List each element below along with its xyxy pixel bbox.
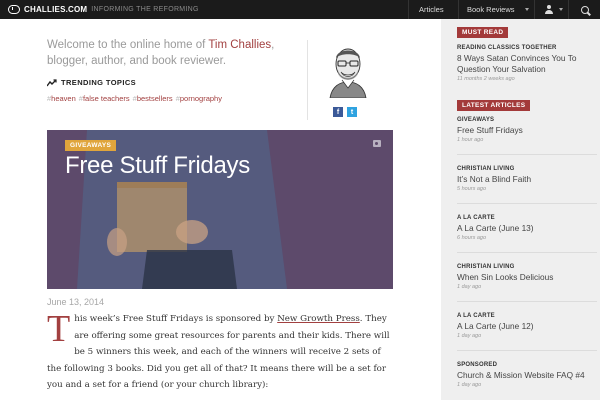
nav-user[interactable]	[534, 0, 568, 19]
latest-article-item[interactable]: CHRISTIAN LIVING It’s Not a Blind Faith …	[457, 166, 597, 192]
item-title[interactable]: A La Carte (June 12)	[457, 321, 597, 332]
item-title[interactable]: When Sin Looks Delicious	[457, 272, 597, 283]
hero-title[interactable]: Free Stuff Fridays	[65, 152, 250, 180]
must-read-heading: MUST READ	[457, 27, 509, 38]
divider	[457, 203, 597, 204]
author-link[interactable]: Tim Challies	[208, 39, 271, 51]
author-portrait	[322, 40, 374, 98]
sponsor-link[interactable]: New Growth Press	[277, 314, 360, 324]
divider	[457, 252, 597, 253]
site-tagline: INFORMING THE REFORMING	[91, 6, 199, 13]
divider	[457, 350, 597, 351]
post-body-end: . They are offering some great resources…	[47, 314, 390, 390]
latest-articles-heading: LATEST ARTICLES	[457, 100, 531, 111]
social-links: f t	[333, 107, 357, 117]
post-body-start: his week’s Free Stuff Fridays is sponsor…	[74, 314, 278, 324]
item-time: 1 day ago	[457, 284, 482, 290]
drop-cap: T	[47, 308, 71, 350]
search-icon	[580, 5, 589, 14]
item-time: 1 day ago	[457, 333, 482, 339]
item-title[interactable]: It’s Not a Blind Faith	[457, 174, 597, 185]
top-bar: CHALLIES.COM INFORMING THE REFORMING Art…	[0, 0, 600, 19]
chevron-down-icon	[559, 8, 563, 11]
item-category: CHRISTIAN LIVING	[457, 166, 515, 172]
camera-icon[interactable]	[373, 140, 381, 147]
author-box: f t	[307, 40, 393, 120]
topic-link[interactable]: #false teachers	[79, 94, 130, 103]
item-title[interactable]: Church & Mission Website FAQ #4	[457, 370, 597, 381]
hero-category-badge[interactable]: GIVEAWAYS	[65, 140, 117, 151]
facebook-icon[interactable]: f	[333, 107, 343, 117]
twitter-icon[interactable]: t	[347, 107, 357, 117]
item-category: A LA CARTE	[457, 313, 495, 319]
item-category: A LA CARTE	[457, 215, 495, 221]
challies-logo-icon	[8, 5, 20, 14]
main-nav: Articles Book Reviews	[408, 0, 600, 19]
post-date: June 13, 2014	[47, 297, 105, 307]
topic-link[interactable]: #heaven	[47, 94, 76, 103]
latest-article-item[interactable]: SPONSORED Church & Mission Website FAQ #…	[457, 362, 597, 388]
nav-articles[interactable]: Articles	[408, 0, 458, 19]
item-title[interactable]: Free Stuff Fridays	[457, 125, 597, 136]
topic-link[interactable]: #pornography	[176, 94, 222, 103]
item-title[interactable]: 8 Ways Satan Convinces You To Question Y…	[457, 53, 597, 75]
item-time: 1 hour ago	[457, 137, 484, 143]
latest-article-item[interactable]: CHRISTIAN LIVING When Sin Looks Deliciou…	[457, 264, 597, 290]
trending-header: TRENDING TOPICS	[47, 78, 136, 87]
nav-book-reviews[interactable]: Book Reviews	[458, 0, 534, 19]
item-time: 11 months 2 weeks ago	[457, 76, 515, 82]
item-category: CHRISTIAN LIVING	[457, 264, 515, 270]
chevron-down-icon	[525, 8, 529, 11]
brand[interactable]: CHALLIES.COM INFORMING THE REFORMING	[0, 0, 199, 19]
divider	[457, 301, 597, 302]
item-time: 5 hours ago	[457, 186, 487, 192]
latest-article-item[interactable]: A LA CARTE A La Carte (June 13) 6 hours …	[457, 215, 597, 241]
latest-article-item[interactable]: A LA CARTE A La Carte (June 12) 1 day ag…	[457, 313, 597, 339]
item-category: READING CLASSICS TOGETHER	[457, 45, 557, 51]
latest-article-item[interactable]: GIVEAWAYS Free Stuff Fridays 1 hour ago	[457, 117, 597, 143]
item-category: GIVEAWAYS	[457, 117, 495, 123]
item-time: 6 hours ago	[457, 235, 487, 241]
trending-title: TRENDING TOPICS	[61, 78, 137, 87]
sidebar: MUST READ READING CLASSICS TOGETHER 8 Wa…	[441, 19, 600, 400]
nav-articles-label: Articles	[419, 5, 444, 14]
nav-search[interactable]	[568, 0, 600, 19]
divider	[457, 154, 597, 155]
topic-link[interactable]: #bestsellers	[133, 94, 173, 103]
trending-topics: #heaven #false teachers #bestsellers #po…	[47, 94, 222, 103]
welcome-prefix: Welcome to the online home of	[47, 39, 209, 51]
user-icon	[544, 5, 553, 14]
welcome-text: Welcome to the online home of Tim Challi…	[47, 37, 287, 69]
site-name: CHALLIES.COM	[24, 5, 88, 14]
nav-book-reviews-label: Book Reviews	[467, 5, 515, 14]
post-body: This week’s Free Stuff Fridays is sponso…	[47, 308, 393, 394]
trending-icon	[47, 78, 57, 86]
featured-post-hero[interactable]: GIVEAWAYS Free Stuff Fridays	[47, 130, 393, 289]
must-read-item[interactable]: READING CLASSICS TOGETHER 8 Ways Satan C…	[457, 45, 597, 82]
item-category: SPONSORED	[457, 362, 498, 368]
item-time: 1 day ago	[457, 382, 482, 388]
item-title[interactable]: A La Carte (June 13)	[457, 223, 597, 234]
